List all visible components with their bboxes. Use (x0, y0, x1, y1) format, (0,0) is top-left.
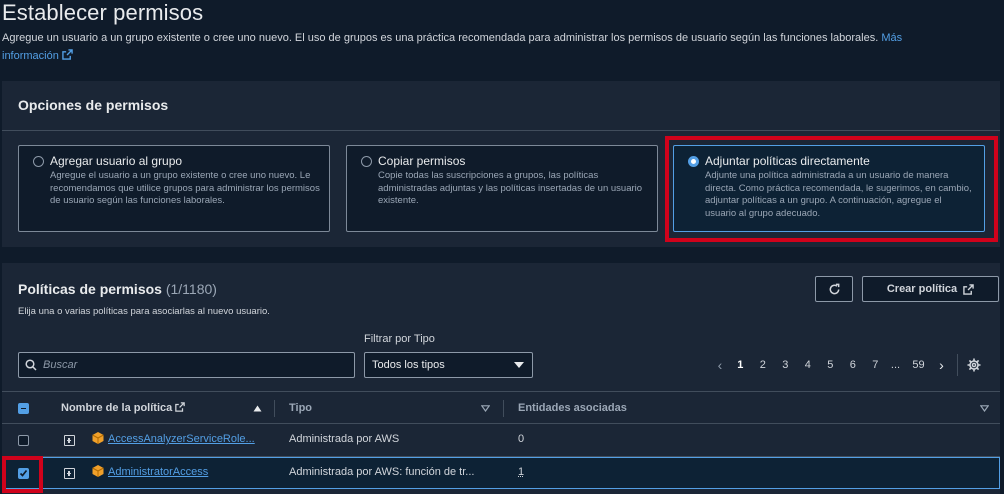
permission-policies-panel: Políticas de permisos (1/1180) Elija una… (2, 263, 1000, 494)
policies-title: Políticas de permisos (1/1180) (18, 281, 217, 297)
pagination: ‹ 1 2 3 4 5 6 7 ... 59 › (711, 352, 951, 378)
option-attach-policies-desc: Adjunte una política administrada a un u… (705, 170, 972, 219)
page-last[interactable]: 59 (905, 359, 933, 371)
row-checkbox-checked[interactable] (18, 468, 29, 479)
policy-cube-icon (92, 465, 104, 477)
option-copy-permissions-desc: Copie todas las suscripciones a grupos, … (378, 170, 643, 206)
external-link-icon (963, 283, 974, 295)
select-all-checkbox[interactable] (18, 403, 29, 414)
create-policy-button[interactable]: Crear política (862, 276, 999, 302)
row-checkbox[interactable] (18, 435, 29, 446)
page-1[interactable]: 1 (729, 359, 752, 371)
page-description: Agregue un usuario a un grupo existente … (2, 29, 932, 65)
column-type[interactable]: Tipo (289, 402, 312, 414)
policies-table-header: Nombre de la política Tipo Entidades aso… (2, 391, 1000, 424)
policies-count: (1/1180) (165, 281, 217, 297)
chevron-left-icon[interactable]: ‹ (711, 357, 729, 373)
policy-entities: 0 (518, 433, 525, 445)
page-ellipsis: ... (890, 359, 901, 371)
page-7[interactable]: 7 (864, 359, 887, 371)
policy-name-link[interactable]: AccessAnalyzerServiceRole... (108, 433, 255, 445)
page-5[interactable]: 5 (819, 359, 842, 371)
option-copy-permissions[interactable]: Copiar permisos Copie todas las suscripc… (346, 145, 658, 232)
table-row-selected[interactable]: AdministratorAccess Administrada por AWS… (2, 457, 1000, 489)
type-filter-select[interactable]: Todos los tipos (364, 352, 533, 378)
option-add-to-group[interactable]: Agregar usuario al grupo Agregue el usua… (18, 145, 330, 232)
policy-entities-link[interactable]: 1 (518, 466, 524, 478)
option-add-to-group-desc: Agregue el usuario a un grupo existente … (50, 170, 320, 206)
search-input[interactable] (43, 359, 333, 371)
radio-add-to-group[interactable] (33, 156, 44, 167)
page-6[interactable]: 6 (842, 359, 865, 371)
policies-description: Elija una o varias políticas para asocia… (18, 306, 270, 317)
radio-copy-permissions[interactable] (361, 156, 372, 167)
column-entities[interactable]: Entidades asociadas (518, 402, 627, 414)
expand-icon[interactable] (64, 468, 75, 479)
external-link-icon (175, 402, 186, 412)
refresh-button[interactable] (815, 276, 853, 302)
filter-type-label: Filtrar por Tipo (364, 333, 435, 345)
column-separator (503, 400, 504, 417)
gear-icon[interactable] (967, 358, 981, 372)
external-link-icon (62, 49, 73, 60)
policy-type: Administrada por AWS (289, 433, 400, 445)
option-add-to-group-label: Agregar usuario al grupo (50, 154, 183, 168)
radio-attach-policies[interactable] (688, 156, 699, 167)
option-attach-policies-label: Adjuntar políticas directamente (705, 154, 870, 168)
refresh-icon (829, 283, 839, 294)
page-title: Establecer permisos (2, 0, 204, 25)
permission-options-panel: Opciones de permisos Agregar usuario al … (2, 81, 1000, 247)
pager-separator (957, 354, 958, 376)
page-4[interactable]: 4 (797, 359, 820, 371)
sort-down-icon[interactable] (481, 405, 490, 412)
caret-down-icon (514, 362, 524, 368)
option-copy-permissions-label: Copiar permisos (378, 154, 466, 168)
checkmark-icon (19, 469, 28, 477)
permission-options-title: Opciones de permisos (18, 97, 169, 113)
page-3[interactable]: 3 (774, 359, 797, 371)
page-2[interactable]: 2 (752, 359, 775, 371)
search-icon (25, 359, 37, 371)
policy-cube-icon (92, 432, 104, 444)
expand-icon[interactable] (64, 435, 75, 446)
panel-divider (2, 130, 1000, 131)
table-row[interactable]: AccessAnalyzerServiceRole... Administrad… (2, 424, 1000, 457)
page-header: Establecer permisos Agregue un usuario a… (0, 0, 1004, 80)
search-box[interactable] (18, 352, 355, 378)
sort-down-icon[interactable] (980, 405, 989, 412)
option-attach-policies[interactable]: Adjuntar políticas directamente Adjunte … (673, 145, 985, 232)
type-filter-value: Todos los tipos (372, 359, 445, 371)
policy-name-link[interactable]: AdministratorAccess (108, 466, 208, 478)
column-policy-name[interactable]: Nombre de la política (61, 402, 186, 414)
column-separator (274, 400, 275, 417)
sort-up-icon[interactable] (253, 405, 262, 412)
chevron-right-icon[interactable]: › (933, 357, 951, 373)
page-description-text: Agregue un usuario a un grupo existente … (2, 32, 879, 44)
policy-type: Administrada por AWS: función de tr... (289, 466, 475, 478)
